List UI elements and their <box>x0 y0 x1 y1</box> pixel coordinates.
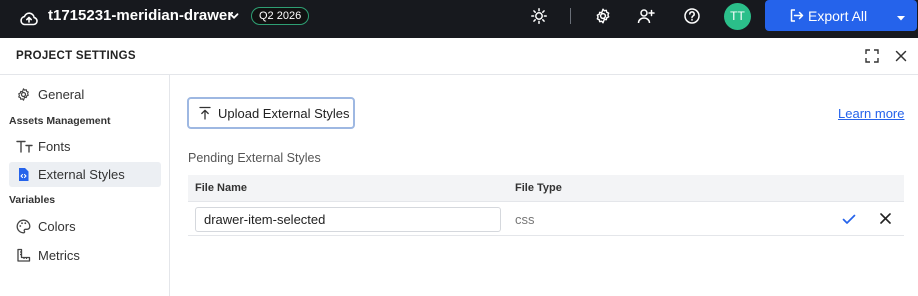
sidebar-item-external-styles[interactable]: External Styles <box>9 162 161 187</box>
pending-styles-title: Pending External Styles <box>188 151 321 165</box>
sidebar-item-label: Metrics <box>38 248 80 263</box>
sidebar-item-label: External Styles <box>38 167 125 182</box>
top-bar: t1715231-meridian-drawer Q2 2026 TT Expo… <box>0 0 918 38</box>
export-all-button[interactable]: Export All <box>765 0 917 31</box>
close-icon[interactable] <box>894 49 908 63</box>
css-file-icon <box>16 167 31 182</box>
gear-icon <box>16 87 31 102</box>
sidebar-item-general[interactable]: General <box>9 82 161 107</box>
table-header: File Name File Type <box>188 175 904 202</box>
ruler-icon <box>16 248 31 263</box>
help-icon[interactable] <box>683 7 701 25</box>
palette-icon <box>16 219 31 234</box>
panel-title: PROJECT SETTINGS <box>16 50 136 62</box>
sidebar-item-colors[interactable]: Colors <box>9 214 161 239</box>
caret-down-icon[interactable] <box>896 11 906 21</box>
sidebar-item-label: General <box>38 87 85 102</box>
toolbar-divider <box>570 8 571 24</box>
upload-arrow-icon <box>198 106 212 120</box>
upload-external-styles-label: Upload External Styles <box>218 106 350 121</box>
gear-icon[interactable] <box>594 7 612 25</box>
table-row: css <box>188 203 904 236</box>
sidebar-item-label: Fonts <box>38 139 71 154</box>
file-name-input[interactable] <box>195 207 501 232</box>
file-type-cell: css <box>515 212 535 227</box>
sidebar-item-label: Colors <box>38 219 76 234</box>
version-badge: Q2 2026 <box>251 7 310 25</box>
sidebar-item-fonts[interactable]: Fonts <box>9 134 161 159</box>
expand-icon[interactable] <box>865 49 879 63</box>
confirm-check-icon[interactable] <box>841 211 857 227</box>
column-header-file-type: File Type <box>515 182 562 194</box>
project-name[interactable]: t1715231-meridian-drawer <box>48 6 233 26</box>
settings-sidebar: General Assets Management Fonts External… <box>0 75 170 296</box>
upload-external-styles-button[interactable]: Upload External Styles <box>187 97 355 129</box>
learn-more-link[interactable]: Learn more <box>838 106 904 121</box>
text-size-icon <box>16 139 33 154</box>
sun-icon[interactable] <box>530 7 548 25</box>
export-icon <box>789 8 804 23</box>
variables-heading: Variables <box>9 194 56 206</box>
export-all-label: Export All <box>808 8 868 24</box>
assets-management-heading: Assets Management <box>9 115 111 127</box>
cloud-upload-icon[interactable] <box>19 9 39 29</box>
chevron-down-icon[interactable] <box>228 10 240 22</box>
remove-close-icon[interactable] <box>879 212 892 225</box>
avatar[interactable]: TT <box>724 3 751 30</box>
sidebar-item-metrics[interactable]: Metrics <box>9 243 161 268</box>
column-header-file-name: File Name <box>195 182 247 194</box>
user-plus-icon[interactable] <box>637 7 655 25</box>
